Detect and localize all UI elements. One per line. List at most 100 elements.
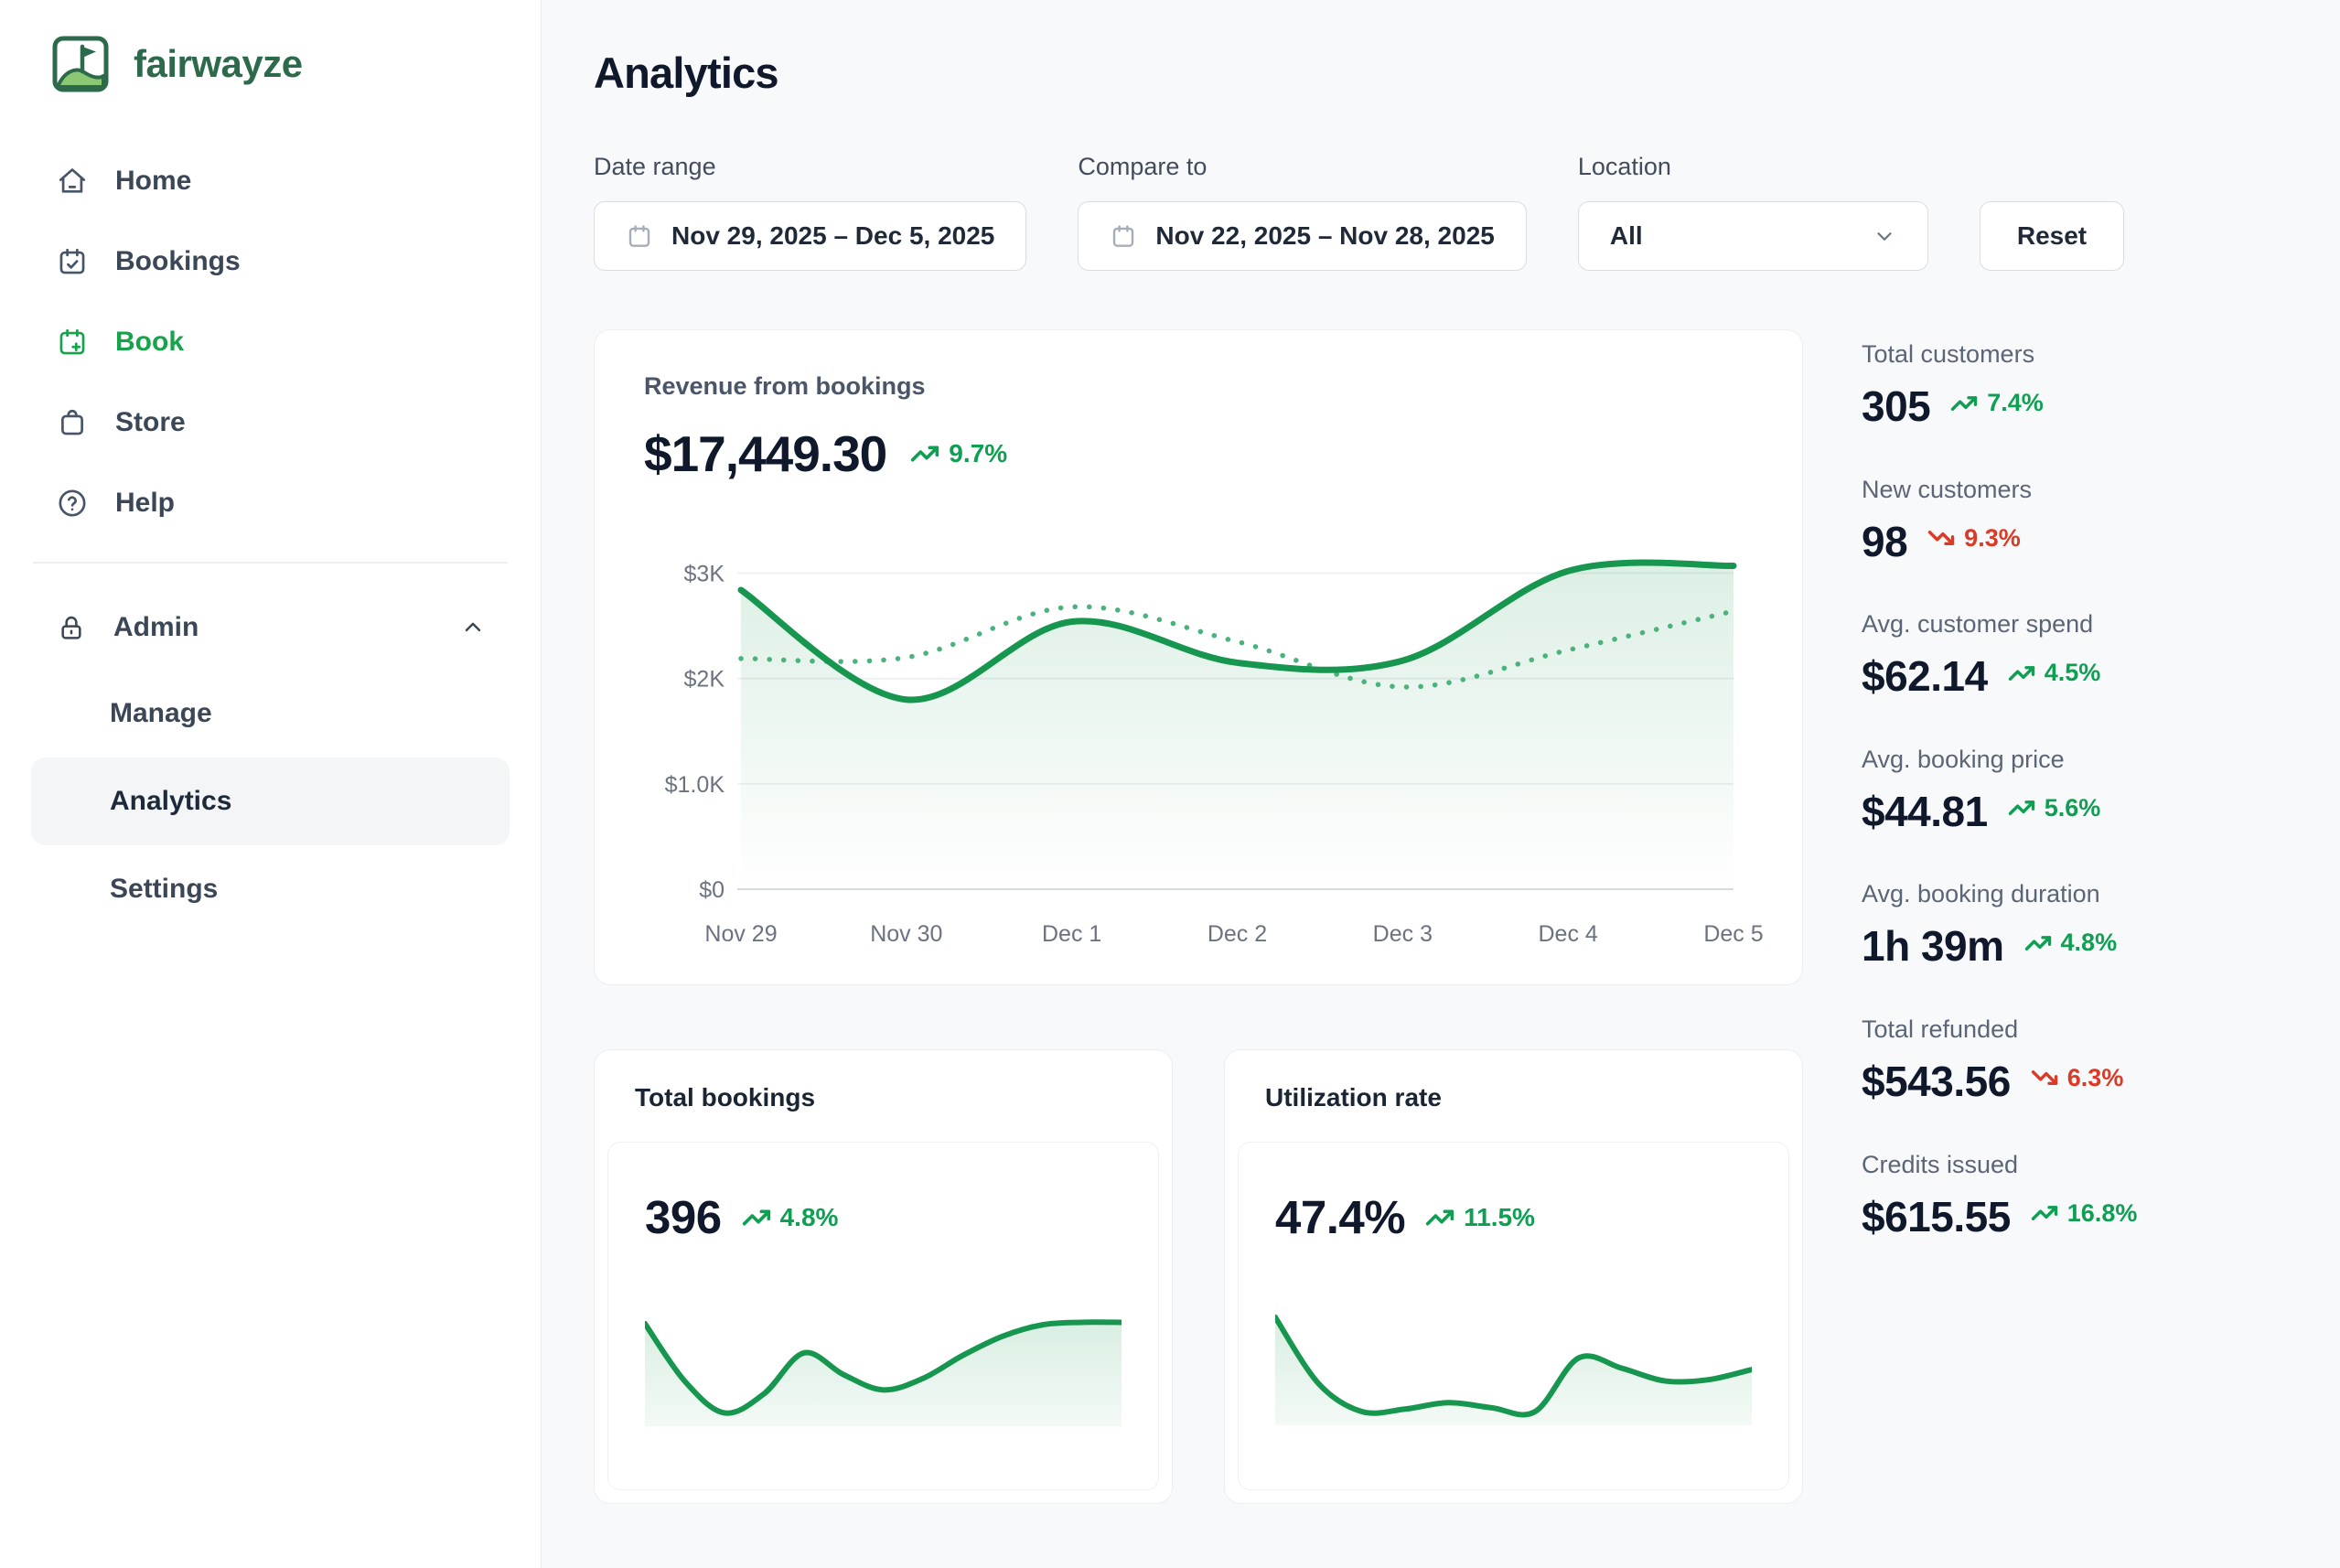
sidebar-item-manage[interactable]: Manage bbox=[31, 670, 510, 757]
utilization-rate-value-row: 47.4% 11.5% bbox=[1275, 1190, 1752, 1244]
total-bookings-title: Total bookings bbox=[635, 1083, 815, 1112]
brand: fairwayze bbox=[31, 35, 510, 93]
date-range-button[interactable]: Nov 29, 2025 – Dec 5, 2025 bbox=[594, 201, 1026, 271]
utilization-rate-title: Utilization rate bbox=[1265, 1083, 1442, 1112]
sidebar-item-label: Bookings bbox=[115, 246, 241, 277]
stat-trend-percent: 5.6% bbox=[2045, 794, 2101, 822]
stat-trend-percent: 7.4% bbox=[1987, 389, 2044, 417]
svg-text:Dec 1: Dec 1 bbox=[1042, 921, 1101, 947]
sidebar-item-settings[interactable]: Settings bbox=[31, 845, 510, 933]
revenue-card: Revenue from bookings $17,449.30 9.7% bbox=[594, 329, 1803, 985]
calendar-plus-icon bbox=[57, 327, 88, 358]
sidebar-item-label: Help bbox=[115, 488, 175, 519]
stat-value: $62.14 bbox=[1862, 653, 1988, 700]
stat-label: Total refunded bbox=[1862, 1015, 2276, 1044]
total-bookings-value-row: 396 4.8% bbox=[645, 1190, 1122, 1244]
calendar-check-icon bbox=[57, 246, 88, 277]
sidebar-item-help[interactable]: Help bbox=[31, 463, 510, 543]
trending-down-icon bbox=[1927, 524, 1955, 552]
lock-icon bbox=[57, 613, 86, 642]
trending-up-icon bbox=[910, 439, 939, 468]
sidebar-item-analytics[interactable]: Analytics bbox=[31, 757, 510, 845]
stat-trend-percent: 4.8% bbox=[2061, 929, 2118, 957]
location-group: Location All bbox=[1578, 153, 1928, 271]
utilization-rate-sparkline bbox=[1275, 1297, 1752, 1453]
sidebar-group-label: Admin bbox=[113, 612, 199, 643]
stat-trend: 4.5% bbox=[2008, 659, 2101, 687]
sidebar-item-home[interactable]: Home bbox=[31, 141, 510, 221]
calendar-icon bbox=[1110, 222, 1137, 250]
compare-to-group: Compare to Nov 22, 2025 – Nov 28, 2025 bbox=[1078, 153, 1526, 271]
calendar-icon bbox=[626, 222, 653, 250]
stat-label: Avg. customer spend bbox=[1862, 610, 2276, 639]
sidebar-item-label: Manage bbox=[110, 698, 212, 729]
revenue-chart: $0$1.0K$2K$3KNov 29Nov 30Dec 1Dec 2Dec 3… bbox=[644, 523, 1753, 953]
sidebar-item-label: Settings bbox=[110, 874, 218, 905]
brand-name: fairwayze bbox=[134, 42, 303, 86]
page-title: Analytics bbox=[594, 48, 2276, 98]
sidebar-item-label: Home bbox=[115, 166, 191, 197]
date-range-group: Date range Nov 29, 2025 – Dec 5, 2025 bbox=[594, 153, 1026, 271]
sidebar-item-bookings[interactable]: Bookings bbox=[31, 221, 510, 302]
compare-to-button[interactable]: Nov 22, 2025 – Nov 28, 2025 bbox=[1078, 201, 1526, 271]
compare-to-label: Compare to bbox=[1078, 153, 1526, 181]
sidebar-item-book[interactable]: Book bbox=[31, 302, 510, 382]
cards-column: Revenue from bookings $17,449.30 9.7% bbox=[594, 329, 1803, 1568]
stat-trend: 5.6% bbox=[2008, 794, 2101, 822]
svg-text:Nov 29: Nov 29 bbox=[704, 921, 777, 947]
stat-trend: 4.8% bbox=[2024, 929, 2118, 957]
revenue-value-row: $17,449.30 9.7% bbox=[644, 424, 1753, 483]
svg-text:Dec 2: Dec 2 bbox=[1208, 921, 1267, 947]
sidebar-nav: Home Bookings Book bbox=[31, 141, 510, 543]
trending-up-icon bbox=[1425, 1203, 1454, 1232]
svg-text:Dec 5: Dec 5 bbox=[1703, 921, 1763, 947]
stat-trend-percent: 16.8% bbox=[2067, 1199, 2138, 1228]
svg-text:$3K: $3K bbox=[684, 562, 725, 587]
total-bookings-card: Total bookings 396 4.8% bbox=[594, 1049, 1173, 1504]
stat-block: Credits issued $615.55 16.8% bbox=[1862, 1151, 2276, 1240]
stat-value: $543.56 bbox=[1862, 1058, 2011, 1105]
stat-label: Credits issued bbox=[1862, 1151, 2276, 1179]
svg-text:$1.0K: $1.0K bbox=[665, 772, 725, 798]
sidebar-divider bbox=[33, 562, 508, 564]
stat-value: $44.81 bbox=[1862, 789, 1988, 835]
stat-trend: 7.4% bbox=[1950, 389, 2044, 417]
sidebar-item-store[interactable]: Store bbox=[31, 382, 510, 463]
stat-block: Avg. booking duration 1h 39m 4.8% bbox=[1862, 880, 2276, 970]
trending-up-icon bbox=[2008, 794, 2035, 822]
utilization-rate-card: Utilization rate 47.4% 11.5% bbox=[1224, 1049, 1803, 1504]
total-bookings-trend: 4.8% bbox=[742, 1203, 839, 1232]
revenue-value: $17,449.30 bbox=[644, 424, 886, 483]
app-root: fairwayze Home Bookings bbox=[0, 0, 2340, 1568]
stat-label: Avg. booking duration bbox=[1862, 880, 2276, 908]
chevron-up-icon bbox=[460, 615, 486, 640]
revenue-trend-percent: 9.7% bbox=[949, 439, 1007, 468]
stat-block: Avg. booking price $44.81 5.6% bbox=[1862, 746, 2276, 835]
stat-trend-percent: 4.5% bbox=[2045, 659, 2101, 687]
stat-label: Avg. booking price bbox=[1862, 746, 2276, 774]
main-content: Analytics Date range Nov 29, 2025 – Dec … bbox=[542, 0, 2340, 1568]
metric-cards-row: Total bookings 396 4.8% bbox=[594, 1049, 1803, 1504]
reset-button[interactable]: Reset bbox=[1980, 201, 2124, 271]
total-bookings-trend-percent: 4.8% bbox=[780, 1203, 839, 1232]
sidebar: fairwayze Home Bookings bbox=[0, 0, 542, 1568]
stat-label: New customers bbox=[1862, 476, 2276, 504]
trending-up-icon bbox=[2008, 660, 2035, 687]
help-circle-icon bbox=[57, 488, 88, 519]
stat-label: Total customers bbox=[1862, 340, 2276, 369]
compare-to-value: Nov 22, 2025 – Nov 28, 2025 bbox=[1155, 221, 1494, 251]
utilization-rate-trend: 11.5% bbox=[1425, 1203, 1535, 1232]
stat-value: $615.55 bbox=[1862, 1194, 2011, 1240]
stat-trend-percent: 9.3% bbox=[1964, 524, 2021, 553]
stat-trend: 9.3% bbox=[1927, 524, 2021, 553]
date-range-label: Date range bbox=[594, 153, 1026, 181]
filters-bar: Date range Nov 29, 2025 – Dec 5, 2025 Co… bbox=[594, 153, 2276, 271]
location-select[interactable]: All bbox=[1578, 201, 1928, 271]
sidebar-group-admin[interactable]: Admin bbox=[31, 585, 510, 670]
location-label: Location bbox=[1578, 153, 1928, 181]
chevron-down-icon bbox=[1873, 224, 1896, 248]
stats-column: Total customers 305 7.4% New customers 9… bbox=[1803, 329, 2276, 1568]
utilization-rate-value: 47.4% bbox=[1275, 1190, 1405, 1244]
stat-trend: 16.8% bbox=[2031, 1199, 2138, 1228]
trending-up-icon bbox=[1950, 390, 1978, 417]
